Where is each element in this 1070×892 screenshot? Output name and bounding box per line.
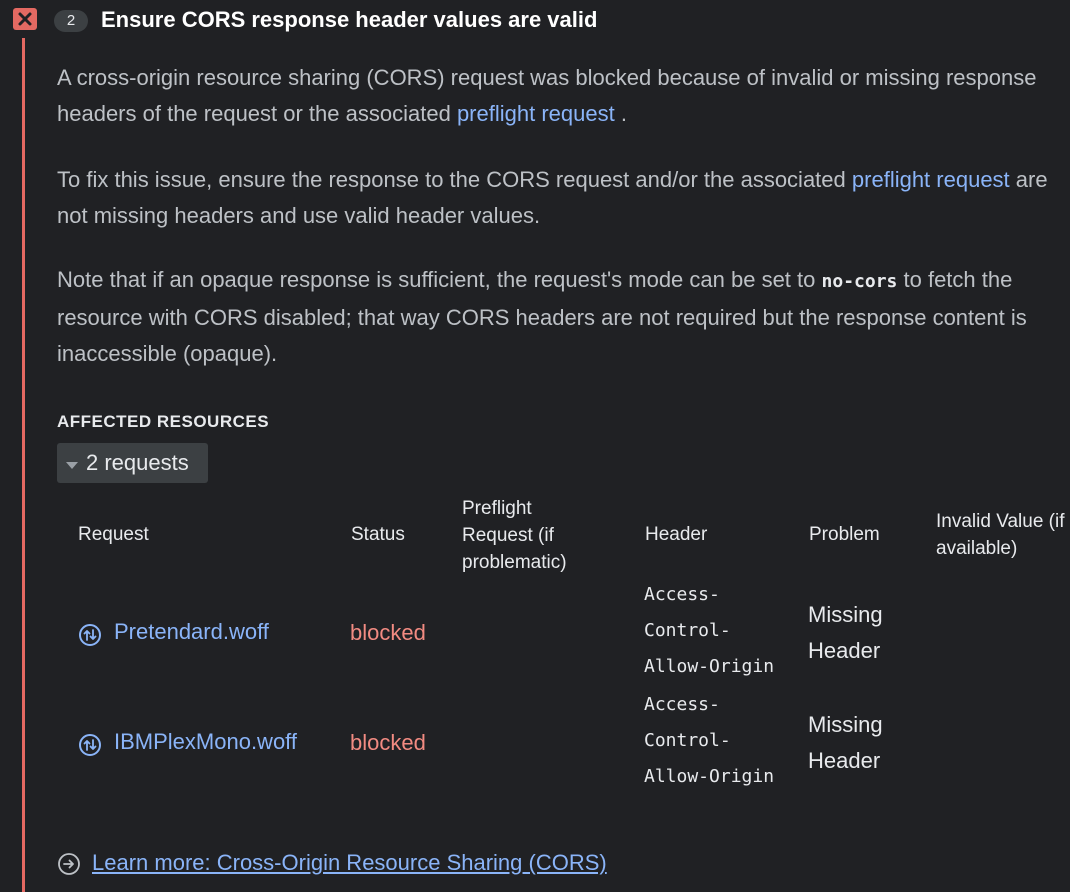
no-cors-code: no-cors	[821, 271, 898, 292]
affected-resources-label: AFFECTED RESOURCES	[57, 412, 270, 431]
request-name: IBMPlexMono.woff	[114, 729, 298, 754]
issue-panel: 2 Ensure CORS response header values are…	[0, 0, 1070, 892]
requests-toggle[interactable]: 2 requests	[57, 443, 208, 483]
column-header-header: Header	[645, 524, 708, 545]
request-name: Pretendard.woff	[114, 619, 269, 644]
column-header-request: Request	[78, 524, 149, 545]
issue-title: Ensure CORS response header values are v…	[101, 7, 598, 32]
column-header-invalid-value: Invalid Value (if available)	[936, 511, 1065, 559]
network-request-icon	[78, 623, 102, 647]
column-header-status: Status	[351, 524, 405, 545]
description-paragraph-2: To fix this issue, ensure the response t…	[57, 167, 1048, 228]
requests-toggle-label: 2 requests	[86, 450, 189, 475]
description-paragraph-3: Note that if an opaque response is suffi…	[57, 267, 1027, 366]
column-header-problem: Problem	[809, 524, 880, 545]
issue-count-badge: 2	[54, 10, 88, 32]
request-status: blocked	[350, 730, 426, 755]
request-status: blocked	[350, 620, 426, 645]
header-name: Access- Control- Allow-Origin	[644, 584, 775, 677]
error-x-icon	[13, 8, 37, 30]
issue-header[interactable]: 2 Ensure CORS response header values are…	[0, 0, 1070, 40]
network-request-icon	[78, 733, 102, 757]
learn-more-label: Learn more: Cross-Origin Resource Sharin…	[92, 850, 607, 875]
triangle-down-icon	[66, 462, 78, 469]
arrow-circle-right-icon	[57, 852, 81, 876]
problem-text: Missing Header	[808, 712, 883, 773]
preflight-request-link-2[interactable]: preflight request	[852, 167, 1010, 192]
problem-text: Missing Header	[808, 602, 883, 663]
description-paragraph-1: A cross-origin resource sharing (CORS) r…	[57, 65, 1037, 126]
issue-left-border	[22, 38, 25, 892]
preflight-request-link-1[interactable]: preflight request	[457, 101, 615, 126]
header-name: Access- Control- Allow-Origin	[644, 694, 775, 787]
column-header-preflight: Preflight Request (if problematic)	[462, 498, 567, 573]
